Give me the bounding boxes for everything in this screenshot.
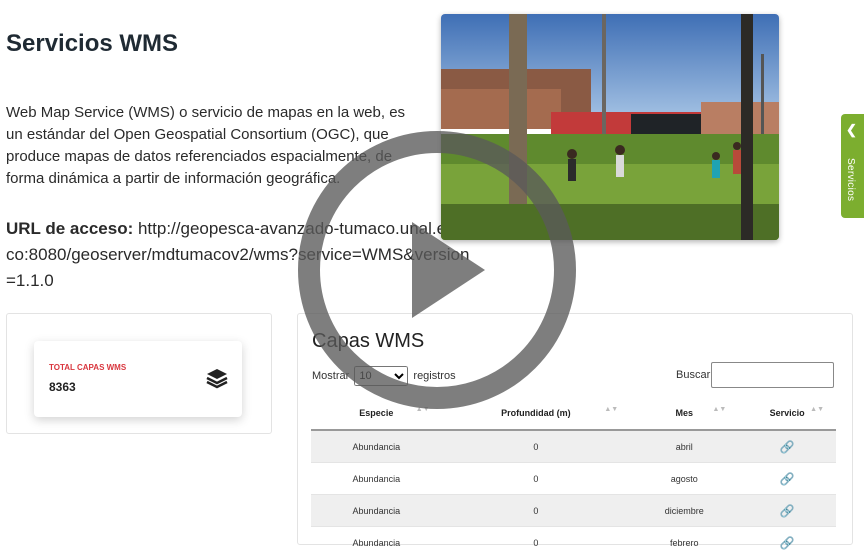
cell-especie: Abundancia [311,495,442,527]
page-title: Servicios WMS [6,30,178,58]
table-row: Abundancia 0 agosto 🔗 [311,463,836,495]
play-icon[interactable] [297,130,577,415]
column-header-servicio[interactable]: Servicio▲▼ [738,397,836,430]
cell-mes: febrero [630,527,738,558]
cell-profundidad: 0 [442,430,631,463]
cell-profundidad: 0 [442,463,631,495]
table-row: Abundancia 0 diciembre 🔗 [311,495,836,527]
search-label: Buscar: [676,369,713,381]
cell-profundidad: 0 [442,495,631,527]
cell-servicio: 🔗 [738,495,836,527]
stat-value: 8363 [49,380,76,394]
link-icon[interactable]: 🔗 [780,536,795,550]
cell-servicio: 🔗 [738,463,836,495]
column-header-mes[interactable]: Mes▲▼ [630,397,738,430]
total-layers-card: TOTAL CAPAS WMS 8363 [34,341,242,417]
cell-servicio: 🔗 [738,527,836,558]
url-label: URL de acceso: [6,219,133,238]
cell-especie: Abundancia [311,527,442,558]
chevron-left-icon: ❮ [846,122,857,138]
cell-servicio: 🔗 [738,430,836,463]
cell-especie: Abundancia [311,430,442,463]
link-icon[interactable]: 🔗 [780,472,795,486]
layers-icon [206,367,228,394]
wms-layers-table: Especie▲▼ Profundidad (m)▲▼ Mes▲▼ Servic… [311,397,836,558]
side-tab-label: Servicios [845,158,856,201]
cell-mes: diciembre [630,495,738,527]
search-input[interactable] [711,362,834,388]
stat-label: TOTAL CAPAS WMS [49,363,126,372]
cell-mes: agosto [630,463,738,495]
services-side-tab[interactable]: ❮ Servicios [841,114,864,218]
sort-icon: ▲▼ [604,406,618,413]
sort-icon: ▲▼ [810,406,824,413]
cell-mes: abril [630,430,738,463]
link-icon[interactable]: 🔗 [780,504,795,518]
table-row: Abundancia 0 abril 🔗 [311,430,836,463]
sort-icon: ▲▼ [712,406,726,413]
cell-profundidad: 0 [442,527,631,558]
link-icon[interactable]: 🔗 [780,440,795,454]
table-row: Abundancia 0 febrero 🔗 [311,527,836,558]
cell-especie: Abundancia [311,463,442,495]
